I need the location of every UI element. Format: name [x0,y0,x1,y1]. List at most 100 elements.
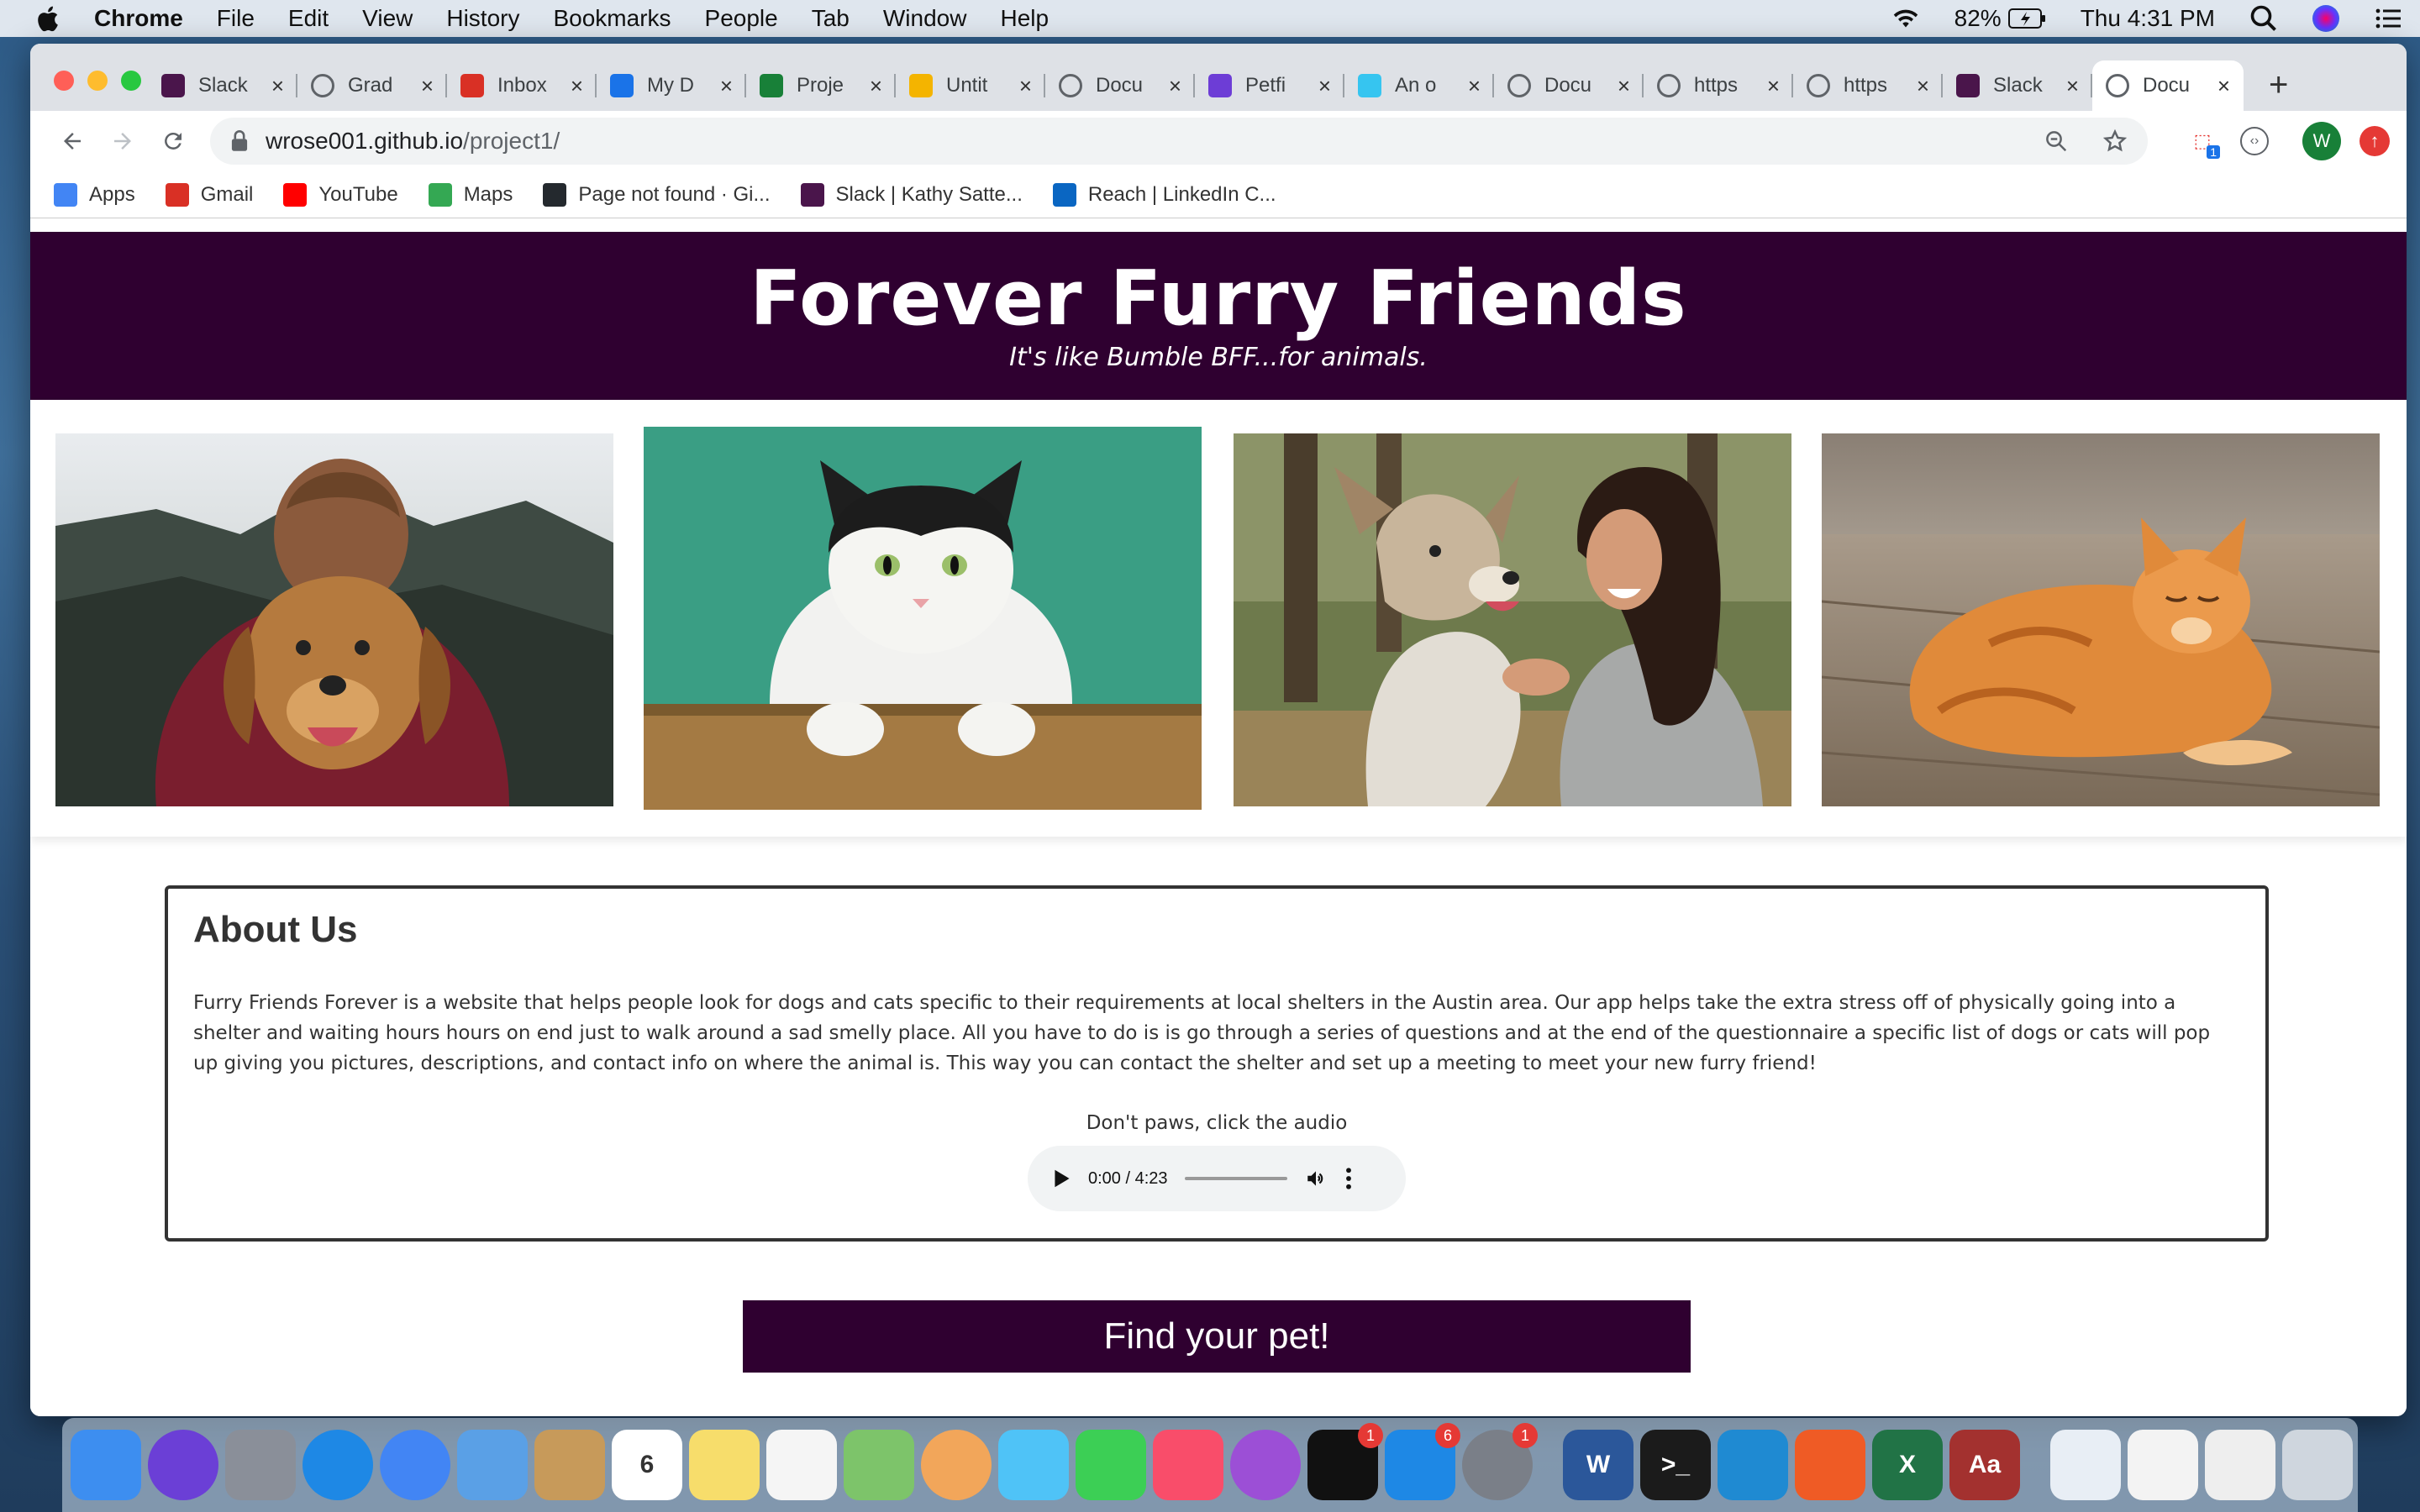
notification-center-icon[interactable] [2373,3,2403,34]
bookmark-star-icon[interactable] [2102,129,2128,154]
browser-tab[interactable]: Untit × [896,60,1045,111]
close-window-button[interactable] [54,71,74,91]
podcasts-icon[interactable] [1230,1430,1301,1500]
volume-icon[interactable] [1304,1168,1328,1189]
close-tab-icon[interactable]: × [720,73,733,99]
browser-tab[interactable]: My D × [597,60,746,111]
menu-edit[interactable]: Edit [288,5,329,32]
close-tab-icon[interactable]: × [1019,73,1032,99]
menu-help[interactable]: Help [1000,5,1049,32]
close-tab-icon[interactable]: × [1318,73,1331,99]
browser-tab[interactable]: Grad × [297,60,447,111]
messages-icon[interactable] [998,1430,1069,1500]
forward-button[interactable] [97,118,148,165]
contacts-icon[interactable] [534,1430,605,1500]
app-store-icon[interactable]: 6 [1385,1423,1460,1500]
close-tab-icon[interactable]: × [571,73,583,99]
vscode-icon[interactable] [1718,1430,1788,1500]
close-tab-icon[interactable]: × [1169,73,1181,99]
extension-icon[interactable]: ⬚ 1 [2183,122,2222,160]
close-tab-icon[interactable]: × [1917,73,1929,99]
browser-tab[interactable]: Proje × [746,60,896,111]
reminders-icon[interactable] [766,1430,837,1500]
menu-tab[interactable]: Tab [812,5,850,32]
address-bar[interactable]: wrose001.github.io/project1/ [210,118,2148,165]
bookmark-item[interactable]: Gmail [165,182,253,207]
find-your-pet-button[interactable]: Find your pet! [743,1300,1691,1373]
chrome-icon[interactable] [380,1430,450,1500]
wifi-icon[interactable] [1891,3,1921,34]
lock-icon[interactable] [230,130,249,152]
browser-tab[interactable]: Petfi × [1195,60,1344,111]
browser-tab[interactable]: https × [1644,60,1793,111]
browser-tab[interactable]: Docu × [1494,60,1644,111]
calendar-icon[interactable]: 6 [612,1430,682,1500]
bookmark-item[interactable]: YouTube [283,182,398,207]
preview-icon[interactable] [2050,1430,2121,1500]
siri-icon[interactable] [148,1430,218,1500]
minimize-window-button[interactable] [87,71,108,91]
close-tab-icon[interactable]: × [870,73,882,99]
extension-icon[interactable]: ‹› [2240,127,2269,155]
close-tab-icon[interactable]: × [2217,73,2230,99]
facetime-icon[interactable] [1076,1430,1146,1500]
trash-icon[interactable] [2282,1430,2353,1500]
bookmark-item[interactable]: Page not found · Gi... [543,182,771,207]
finder-icon[interactable] [71,1430,141,1500]
excel-icon[interactable]: X [1872,1430,1943,1500]
calendar-doc-icon[interactable] [2128,1430,2198,1500]
music-icon[interactable] [1153,1430,1223,1500]
bookmark-item[interactable]: Maps [428,182,513,207]
browser-tab[interactable]: Docu × [1045,60,1195,111]
browser-tab[interactable]: Inbox × [447,60,597,111]
close-tab-icon[interactable]: × [1468,73,1481,99]
menu-file[interactable]: File [217,5,255,32]
mail-icon[interactable] [457,1430,528,1500]
bookmark-item[interactable]: Reach | LinkedIn C... [1052,182,1276,207]
menu-history[interactable]: History [446,5,519,32]
profile-avatar[interactable]: W [2302,122,2341,160]
new-tab-button[interactable]: + [2269,66,2288,104]
postman-icon[interactable] [1795,1430,1865,1500]
apple-menu-icon[interactable] [34,4,60,33]
update-icon[interactable]: ↑ [2360,126,2390,156]
bookmark-item[interactable]: Slack | Kathy Satte... [800,182,1023,207]
menu-window[interactable]: Window [883,5,967,32]
zoom-window-button[interactable] [121,71,141,91]
play-icon[interactable] [1053,1168,1071,1189]
photos-icon[interactable] [921,1430,992,1500]
safari-icon[interactable] [302,1430,373,1500]
launchpad-icon[interactable] [225,1430,296,1500]
word-icon[interactable]: W [1563,1430,1634,1500]
more-options-icon[interactable] [1344,1168,1353,1189]
browser-tab[interactable]: Docu × [2092,60,2244,111]
menu-bookmarks[interactable]: Bookmarks [553,5,671,32]
audio-seek-bar[interactable] [1184,1177,1287,1180]
menu-app-name[interactable]: Chrome [94,5,183,32]
spotlight-search-icon[interactable] [2249,3,2279,34]
close-tab-icon[interactable]: × [1618,73,1630,99]
browser-tab[interactable]: Slack × [148,60,297,111]
battery-status[interactable]: 82% [1954,5,2047,32]
close-tab-icon[interactable]: × [1767,73,1780,99]
apple-tv-icon[interactable]: 1 [1307,1423,1383,1500]
siri-menubar-icon[interactable] [2312,5,2339,32]
bookmark-item[interactable]: Apps [54,182,135,207]
close-tab-icon[interactable]: × [271,73,284,99]
close-tab-icon[interactable]: × [2066,73,2079,99]
menu-view[interactable]: View [362,5,413,32]
close-tab-icon[interactable]: × [421,73,434,99]
system-preferences-icon[interactable]: 1 [1462,1423,1538,1500]
screenshot-icon[interactable] [2205,1430,2275,1500]
browser-tab[interactable]: Slack × [1943,60,2092,111]
back-button[interactable] [47,118,97,165]
maps-icon[interactable] [844,1430,914,1500]
zoom-icon[interactable] [2044,129,2069,154]
browser-tab[interactable]: https × [1793,60,1943,111]
menubar-clock[interactable]: Thu 4:31 PM [2081,5,2215,32]
menu-people[interactable]: People [705,5,778,32]
dictionary-icon[interactable]: Aa [1949,1430,2020,1500]
terminal-icon[interactable]: >_ [1640,1430,1711,1500]
notes-icon[interactable] [689,1430,760,1500]
reload-button[interactable] [148,118,198,165]
